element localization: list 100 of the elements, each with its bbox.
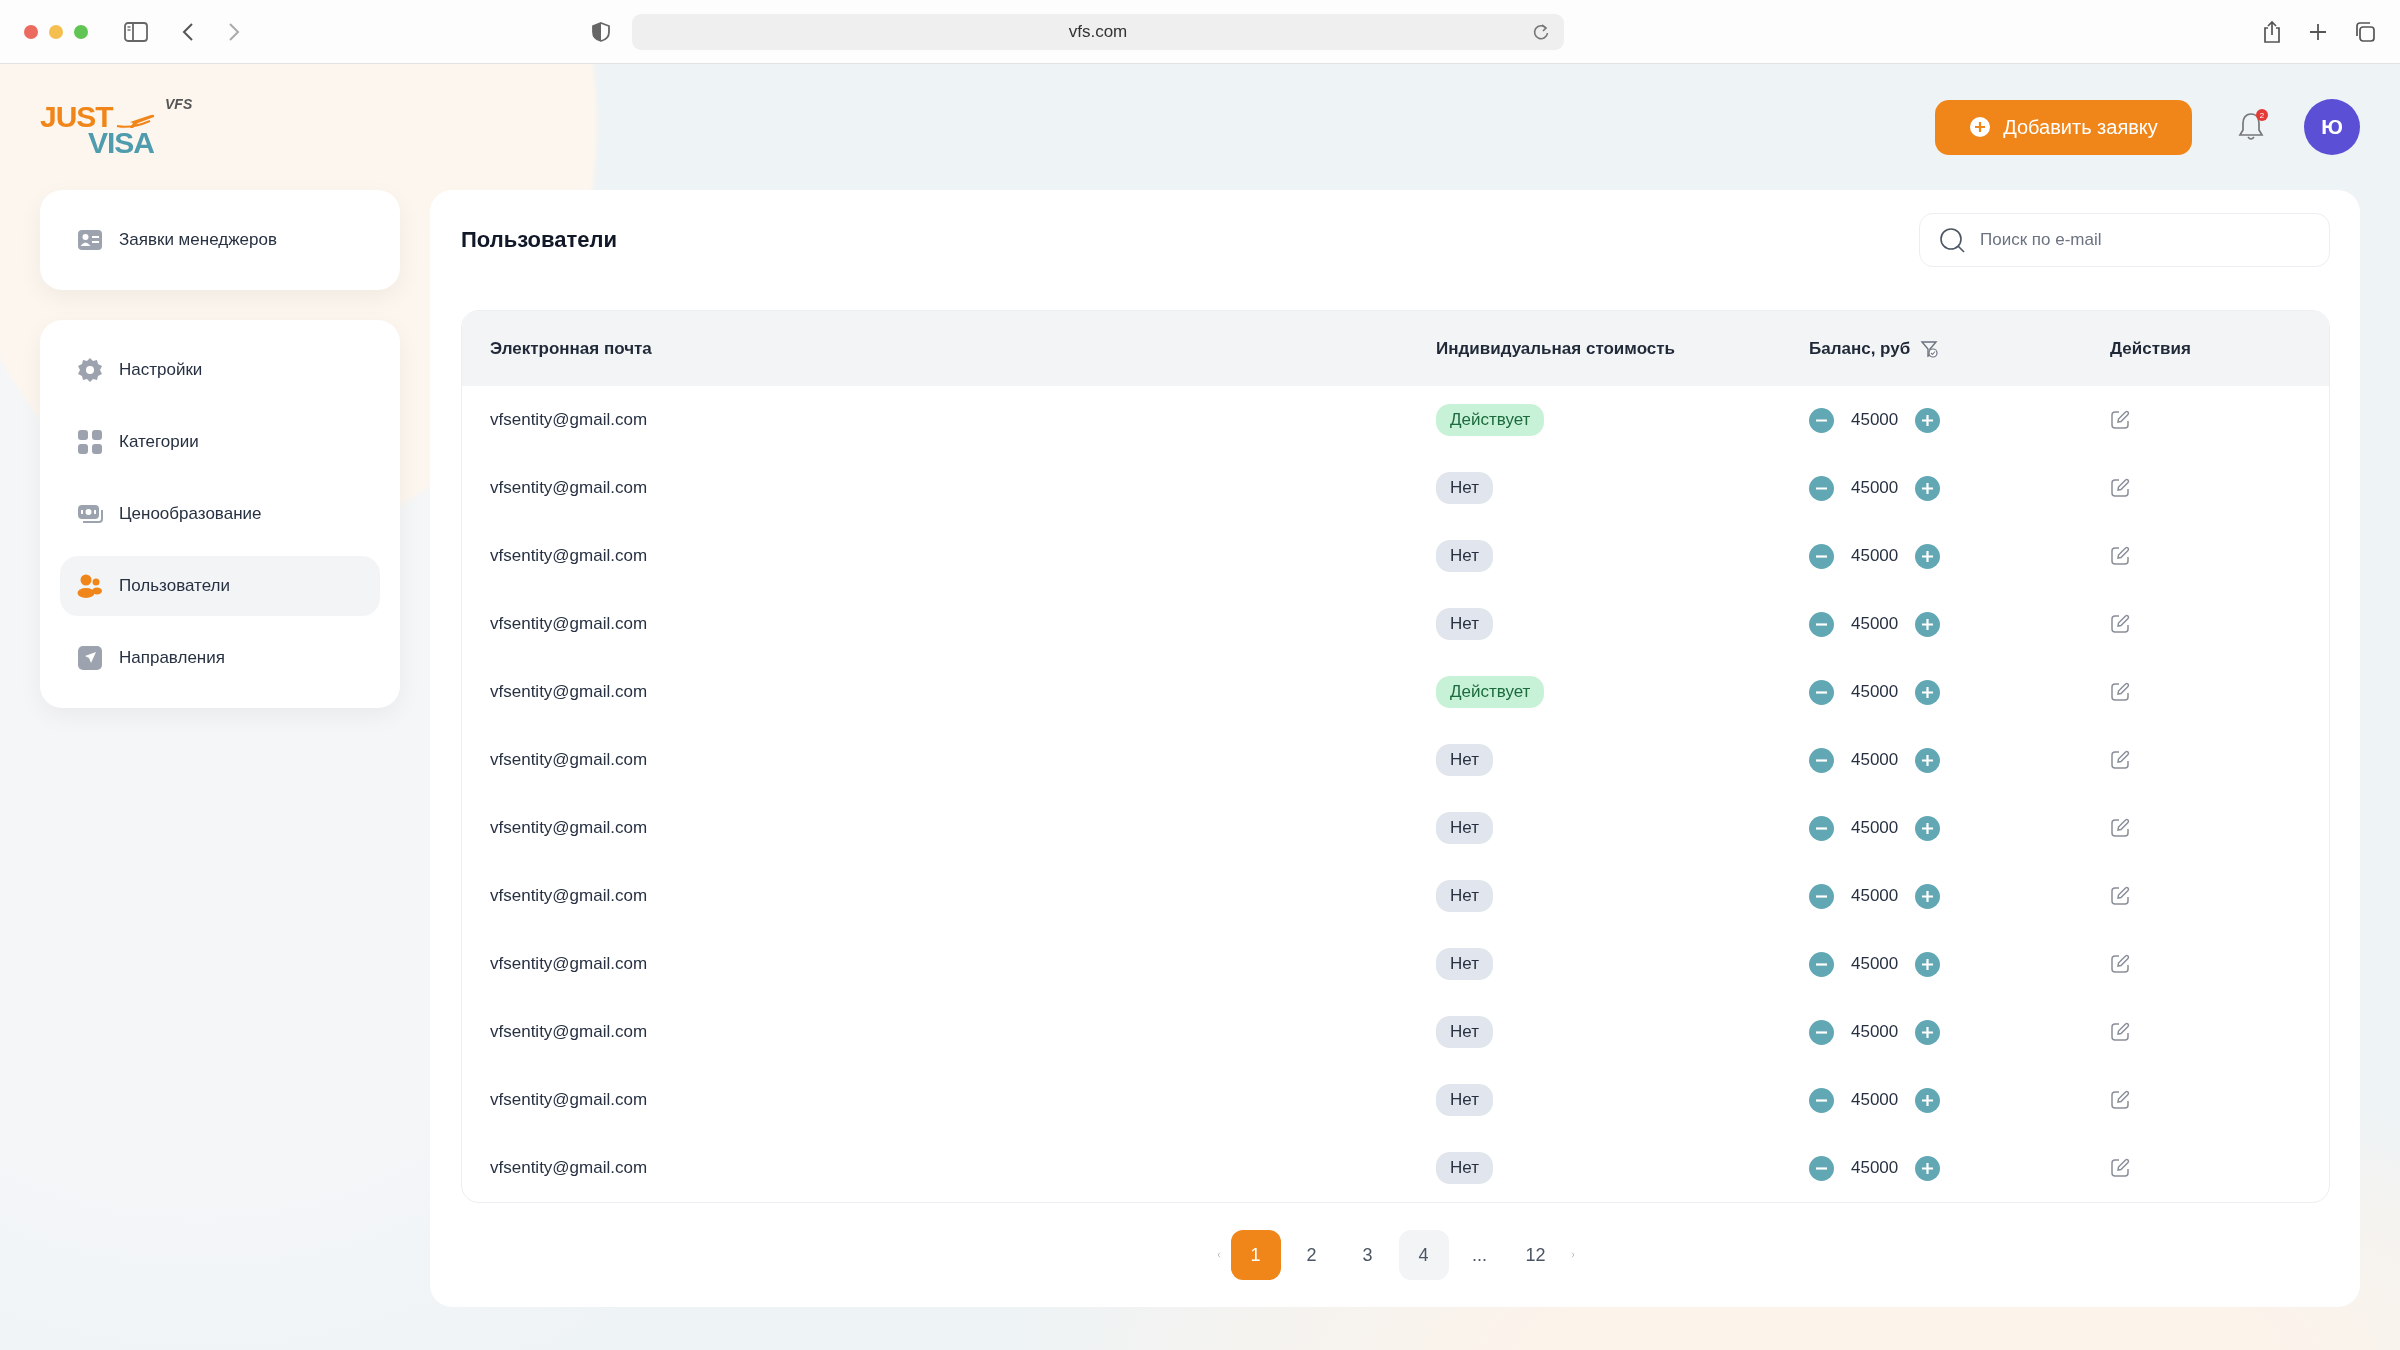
decrease-button[interactable] xyxy=(1809,543,1834,569)
edit-button[interactable] xyxy=(2110,409,2132,431)
sidebar-item[interactable]: Категории xyxy=(60,412,380,472)
reload-icon[interactable] xyxy=(1532,22,1550,41)
plus-icon xyxy=(1921,549,1935,563)
decrease-button[interactable] xyxy=(1809,407,1834,433)
plus-icon xyxy=(1921,1093,1935,1107)
window-control[interactable] xyxy=(74,24,88,39)
status-tag: Нет xyxy=(1436,608,1493,640)
balance-value: 45000 xyxy=(1851,478,1899,498)
notification-badge: 2 xyxy=(2256,109,2268,121)
edit-button[interactable] xyxy=(2110,953,2132,975)
decrease-button[interactable] xyxy=(1809,883,1834,909)
column-header: Баланс, руб xyxy=(1809,338,1911,359)
back-icon[interactable] xyxy=(182,21,194,42)
decrease-button[interactable] xyxy=(1809,475,1834,501)
shield-icon[interactable] xyxy=(592,21,610,42)
sidebar-label: Ценообразование xyxy=(119,504,262,524)
sidebar-item[interactable]: Ценообразование xyxy=(60,484,380,544)
page-button[interactable]: 4 xyxy=(1398,1230,1449,1280)
increase-button[interactable] xyxy=(1915,611,1941,637)
page-button[interactable]: 3 xyxy=(1342,1230,1393,1280)
window-control[interactable] xyxy=(24,24,38,39)
window-control[interactable] xyxy=(49,24,63,39)
sidebar-item[interactable]: Пользователи xyxy=(60,556,380,616)
decrease-button[interactable] xyxy=(1809,679,1834,705)
edit-icon xyxy=(2110,546,2130,566)
balance-value: 45000 xyxy=(1851,682,1899,702)
sidebar-item[interactable]: Направления xyxy=(60,628,380,688)
decrease-button[interactable] xyxy=(1809,951,1834,977)
tabs-overview-icon[interactable] xyxy=(2354,20,2376,43)
edit-button[interactable] xyxy=(2110,817,2132,839)
balance-value: 45000 xyxy=(1851,954,1899,974)
status-tag: Нет xyxy=(1436,472,1493,504)
email-cell-text: vfsentity@gmail.com xyxy=(490,410,649,430)
plus-icon xyxy=(1921,1161,1935,1175)
status-tag: Нет xyxy=(1436,540,1493,572)
edit-icon xyxy=(2110,886,2130,906)
column-header: Электронная почта xyxy=(490,338,653,359)
plus-icon xyxy=(1921,481,1935,495)
balance-value: 45000 xyxy=(1851,1090,1899,1110)
edit-icon xyxy=(2110,478,2130,498)
increase-button[interactable] xyxy=(1915,1087,1941,1113)
logo-text: VFS xyxy=(165,96,193,112)
decrease-button[interactable] xyxy=(1809,1087,1834,1113)
sidebar-toggle-icon[interactable] xyxy=(124,21,148,42)
edit-button[interactable] xyxy=(2110,885,2132,907)
new-tab-icon[interactable] xyxy=(2308,21,2328,42)
page-button[interactable]: ... xyxy=(1454,1230,1505,1280)
share-icon[interactable] xyxy=(2262,19,2282,44)
decrease-button[interactable] xyxy=(1809,815,1834,841)
decrease-button[interactable] xyxy=(1809,611,1834,637)
page-title: Пользователи xyxy=(461,227,617,253)
edit-button[interactable] xyxy=(2110,613,2132,635)
status-tag: Нет xyxy=(1436,812,1493,844)
column-header: Действия xyxy=(2110,338,2192,359)
increase-button[interactable] xyxy=(1915,883,1941,909)
status-tag: Нет xyxy=(1436,744,1493,776)
decrease-button[interactable] xyxy=(1809,747,1834,773)
increase-button[interactable] xyxy=(1915,543,1941,569)
status-tag: Нет xyxy=(1436,1016,1493,1048)
email-cell-text: vfsentity@gmail.com xyxy=(490,682,649,702)
sidebar-label: Направления xyxy=(119,648,225,668)
bell-icon[interactable] xyxy=(2238,111,2264,141)
search-field[interactable]: Поиск по e-mail xyxy=(1919,213,2330,267)
edit-button[interactable] xyxy=(2110,477,2132,499)
email-cell-text: vfsentity@gmail.com xyxy=(490,1158,649,1178)
forward-icon[interactable] xyxy=(228,21,240,42)
increase-button[interactable] xyxy=(1915,815,1941,841)
sidebar-item[interactable]: Настройки xyxy=(60,340,380,400)
balance-value: 45000 xyxy=(1851,614,1899,634)
user-avatar[interactable]: Ю xyxy=(2304,99,2360,155)
sidebar-item[interactable]: Заявки менеджеров xyxy=(60,210,380,270)
edit-button[interactable] xyxy=(2110,1157,2132,1179)
page-button[interactable]: 12 xyxy=(1510,1230,1561,1280)
edit-button[interactable] xyxy=(2110,1089,2132,1111)
edit-button[interactable] xyxy=(2110,1021,2132,1043)
edit-button[interactable] xyxy=(2110,545,2132,567)
increase-button[interactable] xyxy=(1915,1155,1941,1181)
increase-button[interactable] xyxy=(1915,679,1941,705)
email-cell-text: vfsentity@gmail.com xyxy=(490,750,649,770)
edit-button[interactable] xyxy=(2110,681,2132,703)
increase-button[interactable] xyxy=(1915,1019,1941,1045)
edit-icon xyxy=(2110,682,2130,702)
grid-icon xyxy=(77,429,103,455)
decrease-button[interactable] xyxy=(1809,1019,1834,1045)
balance-value: 45000 xyxy=(1851,886,1899,906)
address-bar[interactable]: vfs.com xyxy=(632,13,1564,50)
increase-button[interactable] xyxy=(1915,475,1941,501)
plus-icon xyxy=(1921,753,1935,767)
edit-button[interactable] xyxy=(2110,749,2132,771)
edit-icon xyxy=(2110,614,2130,634)
increase-button[interactable] xyxy=(1915,951,1941,977)
filter-icon[interactable] xyxy=(1920,339,1939,358)
decrease-button[interactable] xyxy=(1809,1155,1834,1181)
plus-icon xyxy=(1921,957,1935,971)
plus-icon xyxy=(1921,1025,1935,1039)
increase-button[interactable] xyxy=(1915,407,1941,433)
page-button[interactable]: 2 xyxy=(1286,1230,1337,1280)
increase-button[interactable] xyxy=(1915,747,1941,773)
